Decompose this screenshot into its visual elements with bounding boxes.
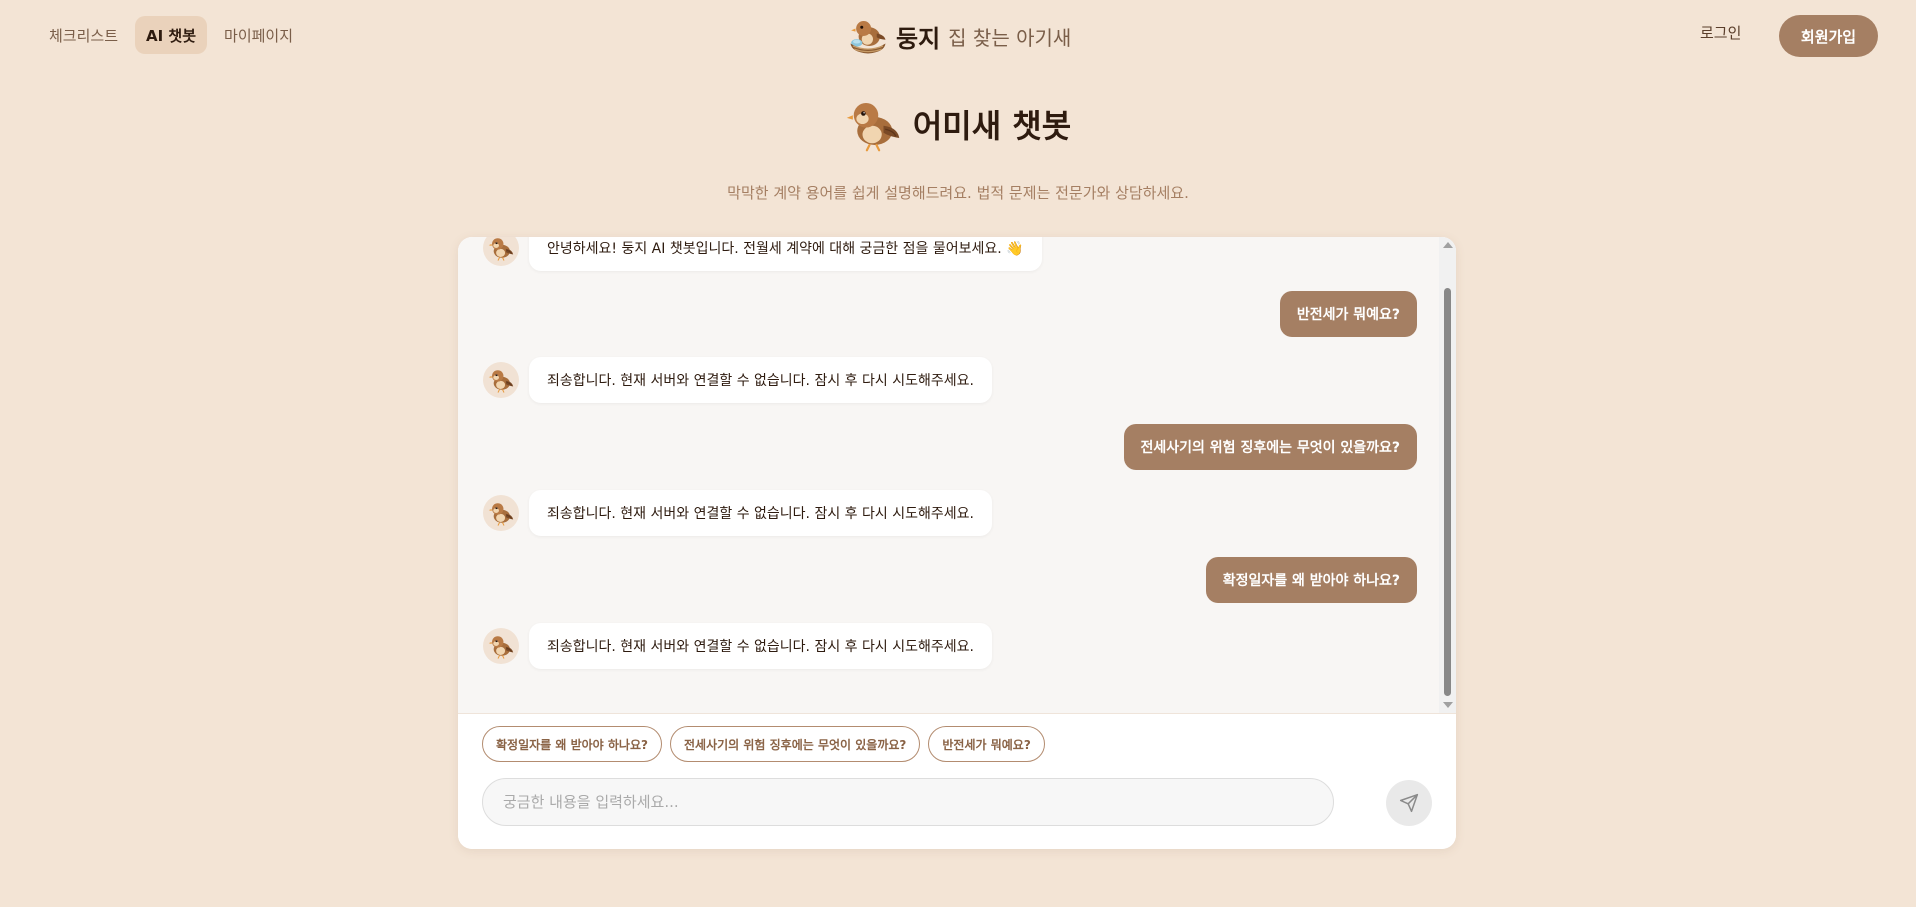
sparrow-icon	[488, 633, 514, 659]
scroll-down-arrow-icon[interactable]	[1443, 702, 1453, 708]
chat-input-area: 확정일자를 왜 받아야 하나요? 전세사기의 위험 징후에는 무엇이 있을까요?…	[458, 713, 1456, 849]
suggestion-chip[interactable]: 반전세가 뭐예요?	[928, 726, 1045, 762]
bird-nest-icon	[848, 16, 888, 56]
bot-message-text: 죄송합니다. 현재 서버와 연결할 수 없습니다. 잠시 후 다시 시도해주세요…	[529, 357, 992, 403]
brand-tagline: 집 찾는 아기새	[948, 25, 1072, 50]
bot-avatar	[483, 237, 519, 266]
page-header: 어미새 챗봇	[0, 96, 1916, 152]
message-list[interactable]: 안녕하세요! 둥지 AI 챗봇입니다. 전월세 계약에 대해 궁금한 점을 물어…	[458, 237, 1456, 713]
sparrow-icon	[488, 367, 514, 393]
user-message: 반전세가 뭐예요?	[1279, 291, 1417, 337]
sparrow-icon	[488, 500, 514, 526]
chat-panel: 안녕하세요! 둥지 AI 챗봇입니다. 전월세 계약에 대해 궁금한 점을 물어…	[458, 237, 1456, 849]
suggested-questions: 확정일자를 왜 받아야 하나요? 전세사기의 위험 징후에는 무엇이 있을까요?…	[482, 726, 1045, 762]
signup-button[interactable]: 회원가입	[1779, 15, 1878, 57]
bot-message-text: 죄송합니다. 현재 서버와 연결할 수 없습니다. 잠시 후 다시 시도해주세요…	[529, 490, 992, 536]
sparrow-icon	[488, 237, 514, 261]
sparrow-icon	[845, 96, 901, 152]
user-message: 확정일자를 왜 받아야 하나요?	[1205, 557, 1417, 603]
bot-avatar	[483, 362, 519, 398]
bot-message-text: 안녕하세요! 둥지 AI 챗봇입니다. 전월세 계약에 대해 궁금한 점을 물어…	[529, 237, 1042, 271]
bot-message: 죄송합니다. 현재 서버와 연결할 수 없습니다. 잠시 후 다시 시도해주세요…	[483, 623, 992, 669]
bot-avatar	[483, 495, 519, 531]
nav-checklist[interactable]: 체크리스트	[38, 16, 129, 54]
scroll-up-arrow-icon[interactable]	[1443, 242, 1453, 248]
message-input[interactable]	[482, 778, 1334, 826]
page-subtitle: 막막한 계약 용어를 쉽게 설명해드려요. 법적 문제는 전문가와 상담하세요.	[727, 184, 1189, 202]
scroll-thumb[interactable]	[1444, 288, 1451, 696]
brand-name: 둥지	[896, 24, 941, 53]
main-nav: 체크리스트 AI 챗봇 마이페이지	[38, 16, 304, 54]
suggestion-chip[interactable]: 확정일자를 왜 받아야 하나요?	[482, 726, 662, 762]
suggestion-chip[interactable]: 전세사기의 위험 징후에는 무엇이 있을까요?	[669, 726, 921, 762]
bot-message: 안녕하세요! 둥지 AI 챗봇입니다. 전월세 계약에 대해 궁금한 점을 물어…	[483, 237, 1042, 271]
chat-scrollbar[interactable]	[1439, 237, 1456, 713]
bot-message: 죄송합니다. 현재 서버와 연결할 수 없습니다. 잠시 후 다시 시도해주세요…	[483, 357, 992, 403]
top-navigation-bar: 체크리스트 AI 챗봇 마이페이지 둥지 집 찾는 아기새 로그인 회원가입	[0, 0, 1916, 70]
user-message: 전세사기의 위험 징후에는 무엇이 있을까요?	[1123, 424, 1417, 470]
login-link[interactable]: 로그인	[1700, 22, 1741, 43]
send-icon	[1399, 793, 1419, 813]
brand-logo[interactable]: 둥지 집 찾는 아기새	[848, 16, 1071, 56]
send-button[interactable]	[1386, 780, 1432, 826]
bot-message: 죄송합니다. 현재 서버와 연결할 수 없습니다. 잠시 후 다시 시도해주세요…	[483, 490, 992, 536]
nav-mypage[interactable]: 마이페이지	[213, 16, 304, 54]
page-title: 어미새 챗봇	[912, 107, 1072, 145]
nav-ai-chatbot[interactable]: AI 챗봇	[135, 16, 208, 54]
bot-avatar	[483, 628, 519, 664]
bot-message-text: 죄송합니다. 현재 서버와 연결할 수 없습니다. 잠시 후 다시 시도해주세요…	[529, 623, 992, 669]
